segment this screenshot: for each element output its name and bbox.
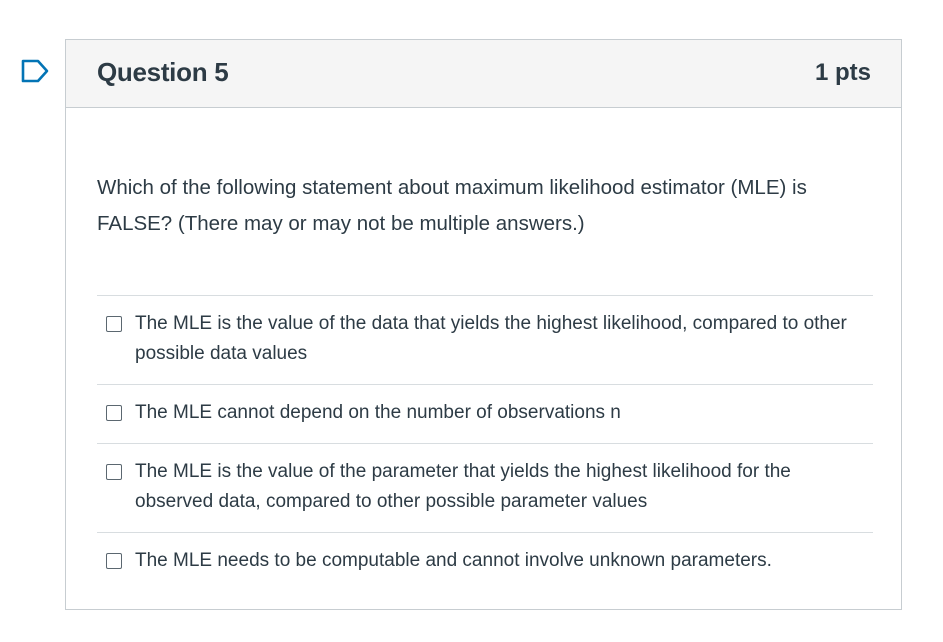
answer-label: The MLE is the value of the data that yi… xyxy=(135,313,847,364)
answer-list: The MLE is the value of the data that yi… xyxy=(97,295,873,591)
answer-checkbox[interactable] xyxy=(106,553,122,569)
answer-option-3[interactable]: The MLE is the value of the parameter th… xyxy=(97,443,873,532)
answer-checkbox[interactable] xyxy=(106,316,122,332)
answer-label: The MLE needs to be computable and canno… xyxy=(135,550,772,571)
answer-label: The MLE cannot depend on the number of o… xyxy=(135,402,621,423)
answer-checkbox[interactable] xyxy=(106,464,122,480)
answer-option-2[interactable]: The MLE cannot depend on the number of o… xyxy=(97,384,873,443)
answer-label: The MLE is the value of the parameter th… xyxy=(135,461,791,512)
question-text: Which of the following statement about m… xyxy=(97,176,807,235)
question-card: Question 5 1 pts Which of the following … xyxy=(65,39,902,610)
flag-question-icon[interactable] xyxy=(20,58,50,84)
question-header: Question 5 1 pts xyxy=(66,40,901,108)
answer-option-4[interactable]: The MLE needs to be computable and canno… xyxy=(97,532,873,591)
question-title: Question 5 xyxy=(97,57,229,87)
question-points: 1 pts xyxy=(814,59,871,86)
answer-checkbox[interactable] xyxy=(106,405,122,421)
answer-option-1[interactable]: The MLE is the value of the data that yi… xyxy=(97,295,873,384)
